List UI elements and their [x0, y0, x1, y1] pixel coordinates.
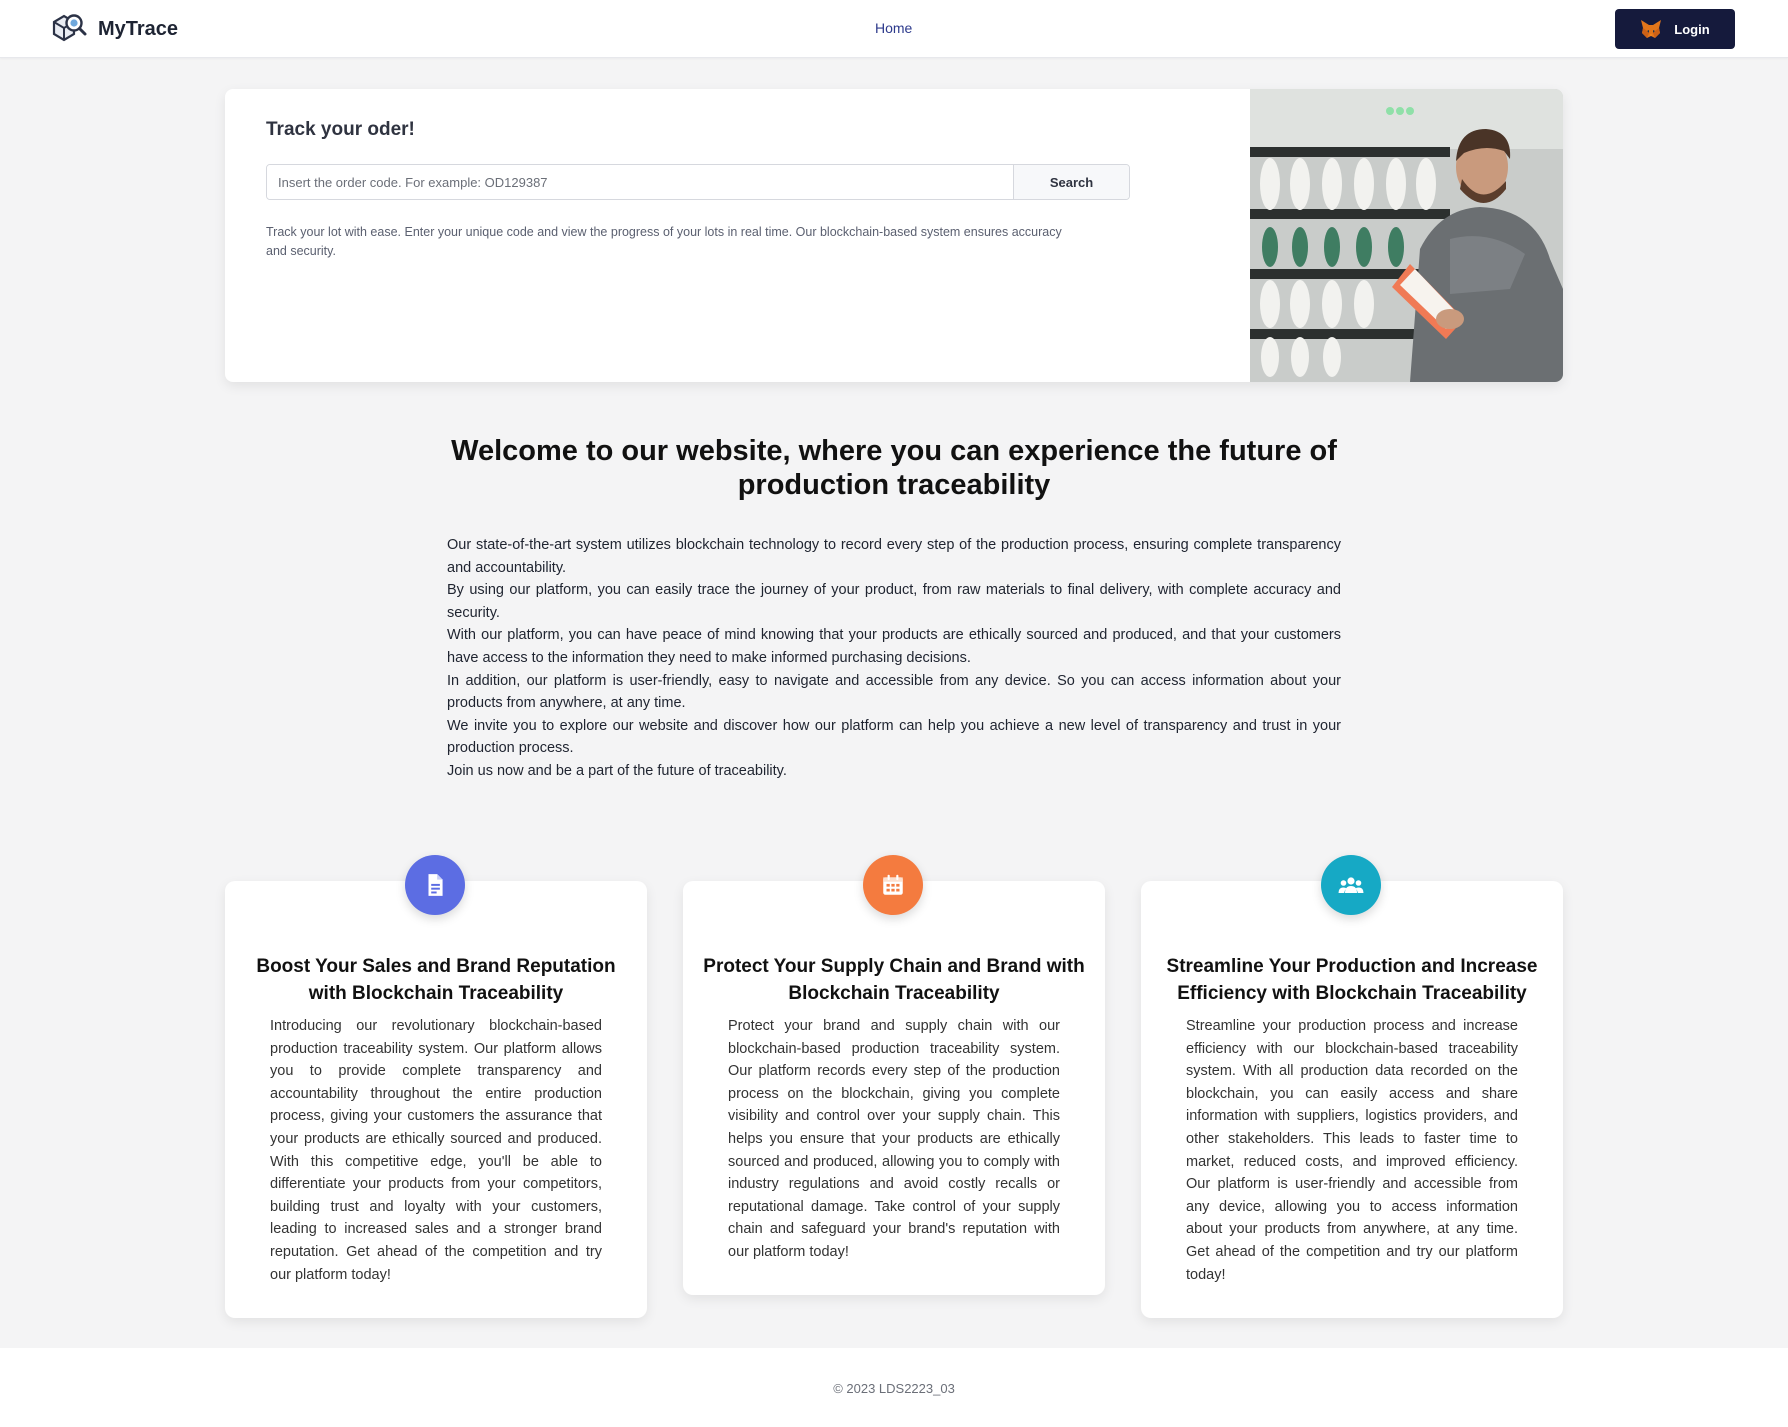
welcome-paragraph: We invite you to explore our website and…	[447, 717, 1341, 757]
brand[interactable]: MyTrace	[50, 12, 178, 46]
document-icon	[405, 855, 465, 915]
mytrace-logo-icon	[52, 14, 87, 42]
feature-title: Protect Your Supply Chain and Brand with…	[703, 956, 1085, 1004]
feature-text: Introducing our revolutionary blockchain…	[270, 1018, 602, 1283]
top-navbar: MyTrace Home Login	[0, 0, 1788, 58]
nav-home-link[interactable]: Home	[875, 20, 912, 36]
search-button[interactable]: Search	[1013, 165, 1129, 199]
feature-card-supply-chain: Protect Your Supply Chain and Brand with…	[683, 855, 1105, 1295]
welcome-body: Our state-of-the-art system utilizes blo…	[447, 534, 1341, 783]
feature-title: Streamline Your Production and Increase …	[1166, 956, 1538, 1004]
feature-text: Protect your brand and supply chain with…	[728, 1018, 1060, 1260]
welcome-paragraph: Our state-of-the-art system utilizes blo…	[447, 537, 1341, 576]
welcome-paragraph: Join us now and be a part of the future …	[447, 762, 787, 779]
feature-title: Boost Your Sales and Brand Reputation wi…	[256, 956, 616, 1004]
welcome-title: Welcome to our website, where you can ex…	[451, 435, 1337, 501]
track-title: Track your oder!	[266, 119, 415, 140]
feature-card-efficiency: Streamline Your Production and Increase …	[1141, 855, 1563, 1318]
welcome-paragraph: By using our platform, you can easily tr…	[447, 582, 1341, 621]
team-icon	[1321, 855, 1381, 915]
footer: © 2023 LDS2223_03	[0, 1348, 1788, 1427]
order-search-group: Search	[266, 164, 1130, 200]
copyright-text: © 2023 LDS2223_03	[833, 1381, 955, 1396]
login-label: Login	[1674, 21, 1710, 37]
brand-name: MyTrace	[98, 17, 179, 40]
order-code-input[interactable]	[267, 165, 1013, 199]
welcome-paragraph: With our platform, you can have peace of…	[447, 627, 1341, 666]
track-order-card: Track your oder! Search Track your lot w…	[225, 89, 1563, 382]
login-button[interactable]: Login	[1615, 9, 1735, 49]
feature-card-sales: Boost Your Sales and Brand Reputation wi…	[225, 855, 647, 1318]
metamask-fox-icon	[1641, 20, 1662, 38]
welcome-paragraph: In addition, our platform is user-friend…	[447, 672, 1341, 712]
warehouse-worker-image	[1250, 89, 1563, 382]
track-description: Track your lot with ease. Enter your uni…	[266, 225, 1062, 258]
feature-text: Streamline your production process and i…	[1186, 1018, 1518, 1283]
calendar-icon	[863, 855, 923, 915]
